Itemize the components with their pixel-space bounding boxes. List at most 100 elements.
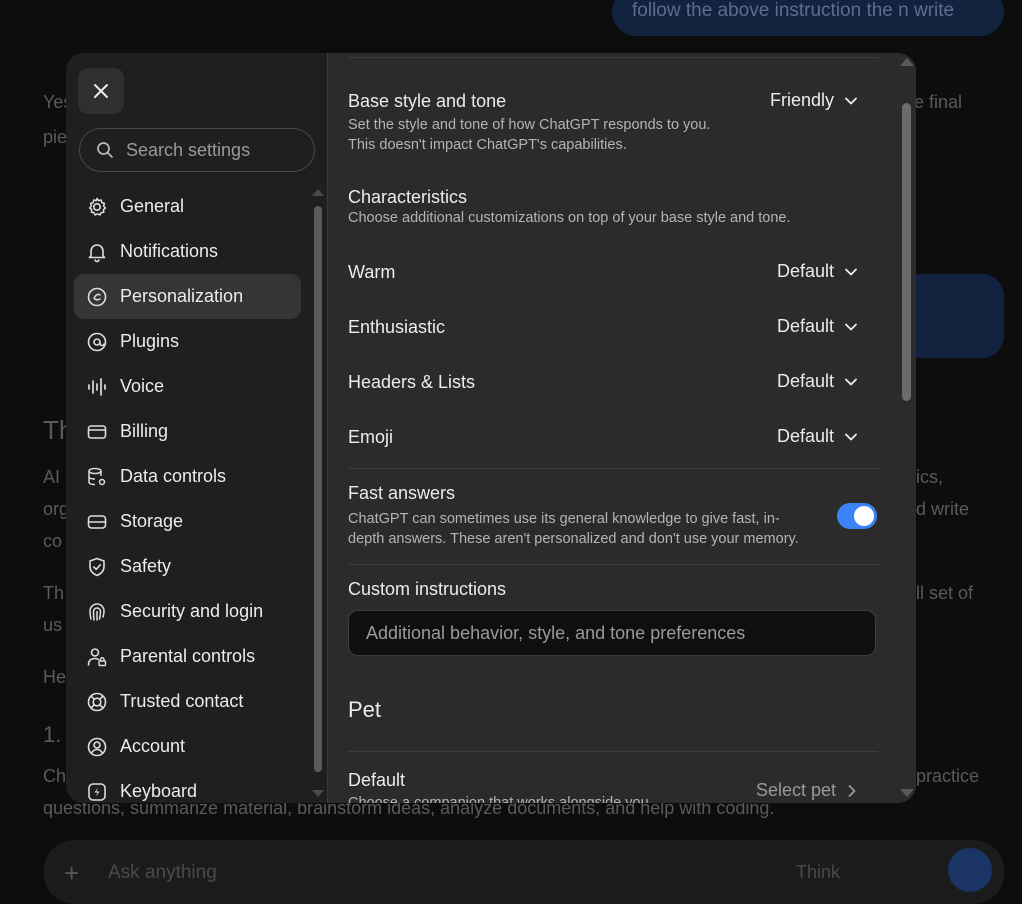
divider bbox=[348, 564, 878, 565]
chat-composer[interactable]: + Ask anything Think bbox=[44, 840, 1004, 904]
base-style-title: Base style and tone bbox=[348, 91, 507, 111]
sidebar-item-label: Keyboard bbox=[120, 781, 198, 801]
plus-icon[interactable]: + bbox=[64, 858, 79, 889]
personalization-panel: Base style and tone Set the style and to… bbox=[348, 53, 878, 803]
bg-text-fragment: AI bbox=[43, 467, 61, 487]
sidebar-scroll-up[interactable] bbox=[312, 189, 324, 196]
pet-section-heading: Pet bbox=[348, 697, 382, 722]
characteristics-description: Choose additional customizations on top … bbox=[348, 210, 791, 226]
sidebar-scroll-down[interactable] bbox=[312, 790, 324, 797]
chevron-right-icon bbox=[846, 784, 858, 798]
emoji-dropdown[interactable]: Default bbox=[777, 426, 858, 447]
think-button[interactable]: Think bbox=[796, 862, 840, 883]
parental-icon bbox=[86, 646, 108, 668]
pet-description: Choose a companion that works alongside … bbox=[348, 795, 649, 803]
base-style-value: Friendly bbox=[769, 90, 834, 110]
sidebar-item-label: Security and login bbox=[120, 601, 264, 621]
bg-text-fragment: co bbox=[43, 531, 63, 551]
fast-answers-description: ChatGPT can sometimes use its general kn… bbox=[348, 510, 818, 549]
sidebar-item-general[interactable]: General bbox=[74, 184, 301, 229]
voice-mode-button[interactable] bbox=[948, 848, 992, 892]
sidebar-item-label: Plugins bbox=[120, 331, 180, 351]
bg-text-fragment: practice bbox=[916, 766, 980, 786]
sidebar-item-label: Account bbox=[120, 736, 186, 756]
search-icon bbox=[96, 141, 114, 159]
lifebuoy-icon bbox=[86, 691, 108, 713]
keyboard-icon bbox=[86, 781, 108, 803]
enthusiastic-label: Enthusiastic bbox=[348, 317, 446, 337]
search-input[interactable] bbox=[124, 138, 308, 162]
sidebar-item-parental-controls[interactable]: Parental controls bbox=[74, 634, 301, 679]
base-style-dropdown[interactable]: Friendly bbox=[770, 90, 858, 111]
bg-text-fragment: pie bbox=[43, 127, 68, 147]
bg-text-fragment: 1. bbox=[43, 722, 62, 747]
chevron-down-icon bbox=[844, 430, 858, 444]
custom-instructions-input[interactable] bbox=[364, 621, 858, 645]
bg-text-fragment: Th bbox=[43, 583, 65, 603]
chevron-down-icon bbox=[844, 265, 858, 279]
content-scrollbar-thumb[interactable] bbox=[902, 103, 911, 401]
shield-icon bbox=[86, 556, 108, 578]
select-pet-label: Select pet bbox=[755, 780, 836, 800]
fast-answers-toggle[interactable] bbox=[837, 503, 877, 529]
settings-sidebar: General Notifications Personalization Pl… bbox=[66, 53, 328, 803]
sidebar-item-billing[interactable]: Billing bbox=[74, 409, 301, 454]
emoji-value: Default bbox=[776, 426, 834, 446]
toggle-knob bbox=[854, 506, 874, 526]
custom-instructions-field[interactable] bbox=[348, 610, 876, 656]
sidebar-item-notifications[interactable]: Notifications bbox=[74, 229, 301, 274]
bg-text-fragment: e final bbox=[914, 92, 963, 112]
sidebar-item-label: Safety bbox=[120, 556, 172, 576]
bg-text-fragment: d write bbox=[916, 499, 970, 519]
fast-answers-desc-line: depth answers. These aren't personalized… bbox=[348, 530, 799, 547]
sidebar-item-voice[interactable]: Voice bbox=[74, 364, 301, 409]
personalization-icon bbox=[86, 286, 108, 308]
sidebar-item-trusted-contact[interactable]: Trusted contact bbox=[74, 679, 301, 724]
headers-lists-label: Headers & Lists bbox=[348, 372, 476, 392]
close-icon bbox=[94, 84, 108, 98]
chevron-down-icon bbox=[844, 94, 858, 108]
headers-lists-dropdown[interactable]: Default bbox=[777, 371, 858, 392]
sidebar-item-storage[interactable]: Storage bbox=[74, 499, 301, 544]
user-message-bubble: follow the above instruction the n write bbox=[612, 0, 1004, 36]
enthusiastic-dropdown[interactable]: Default bbox=[777, 316, 858, 337]
pet-default-title: Default bbox=[348, 770, 406, 790]
warm-value: Default bbox=[776, 261, 834, 281]
sidebar-item-account[interactable]: Account bbox=[74, 724, 301, 769]
search-settings-field[interactable] bbox=[79, 128, 315, 172]
sidebar-item-label: Personalization bbox=[120, 286, 244, 306]
bg-text-fragment: ics, bbox=[916, 467, 943, 487]
bg-text-fragment: Ch bbox=[43, 766, 67, 786]
database-icon bbox=[86, 466, 108, 488]
sidebar-scrollbar[interactable] bbox=[314, 206, 322, 772]
voice-icon bbox=[86, 376, 108, 398]
bg-text-fragment: us bbox=[43, 615, 63, 635]
content-scroll-up[interactable] bbox=[900, 58, 914, 66]
warm-dropdown[interactable]: Default bbox=[777, 261, 858, 282]
warm-label: Warm bbox=[348, 262, 396, 282]
headers-lists-value: Default bbox=[776, 371, 834, 391]
divider bbox=[348, 468, 878, 469]
sidebar-item-personalization[interactable]: Personalization bbox=[74, 274, 301, 319]
sidebar-item-label: Trusted contact bbox=[120, 691, 244, 711]
divider bbox=[348, 751, 878, 752]
content-scroll-down[interactable] bbox=[900, 789, 914, 797]
sidebar-item-data-controls[interactable]: Data controls bbox=[74, 454, 301, 499]
sidebar-item-label: Parental controls bbox=[120, 646, 256, 666]
fast-answers-desc-line: ChatGPT can sometimes use its general kn… bbox=[348, 511, 780, 527]
close-button[interactable] bbox=[78, 68, 124, 114]
chevron-down-icon bbox=[844, 320, 858, 334]
sidebar-item-plugins[interactable]: Plugins bbox=[74, 319, 301, 364]
characteristics-title: Characteristics bbox=[348, 187, 468, 207]
bell-icon bbox=[86, 241, 108, 263]
plugins-icon bbox=[86, 331, 108, 353]
sidebar-item-safety[interactable]: Safety bbox=[74, 544, 301, 589]
composer-placeholder: Ask anything bbox=[108, 862, 217, 883]
base-style-description: Set the style and tone of how ChatGPT re… bbox=[348, 116, 710, 155]
sidebar-item-keyboard[interactable]: Keyboard bbox=[74, 769, 301, 803]
bg-text-fragment: He bbox=[43, 667, 67, 687]
select-pet-button[interactable]: Select pet bbox=[756, 780, 858, 801]
sidebar-item-label: Billing bbox=[120, 421, 169, 441]
sidebar-item-security-and-login[interactable]: Security and login bbox=[74, 589, 301, 634]
divider bbox=[348, 57, 878, 58]
